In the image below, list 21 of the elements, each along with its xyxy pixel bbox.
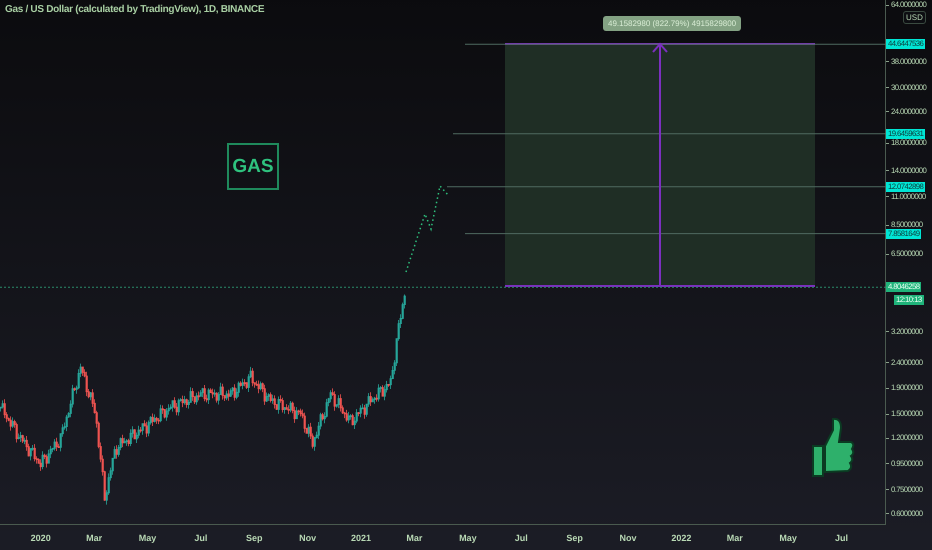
time-axis-label: May xyxy=(458,532,478,542)
measure-label: 49.1582980 (822.79%) 4915829800 xyxy=(603,16,742,31)
time-axis-label: May xyxy=(778,532,798,542)
time-axis-label: Sep xyxy=(565,532,584,542)
time-axis-label: Jul xyxy=(193,532,208,542)
time-axis-label: Jul xyxy=(514,532,529,542)
time-axis-label: 2022 xyxy=(670,532,692,542)
time-axis-label: May xyxy=(138,532,158,542)
currency-badge[interactable]: USD xyxy=(903,11,926,24)
time-axis-label: Nov xyxy=(618,532,638,542)
chart-title: Gas / US Dollar (calculated by TradingView), 1D, BINANCE xyxy=(5,4,264,15)
logo: GAS xyxy=(227,143,279,190)
time-axis-label: Nov xyxy=(298,532,318,542)
time-axis-label: Mar xyxy=(85,532,104,542)
time-axis-label: 2020 xyxy=(30,532,52,542)
time-axis-label: 2021 xyxy=(350,532,372,542)
time-axis-label: Mar xyxy=(726,532,744,542)
time-axis-label: Jul xyxy=(834,532,850,542)
time-axis-label: Mar xyxy=(405,532,424,542)
time-axis-label: Sep xyxy=(245,532,264,542)
thumbs-up-icon xyxy=(811,416,855,478)
